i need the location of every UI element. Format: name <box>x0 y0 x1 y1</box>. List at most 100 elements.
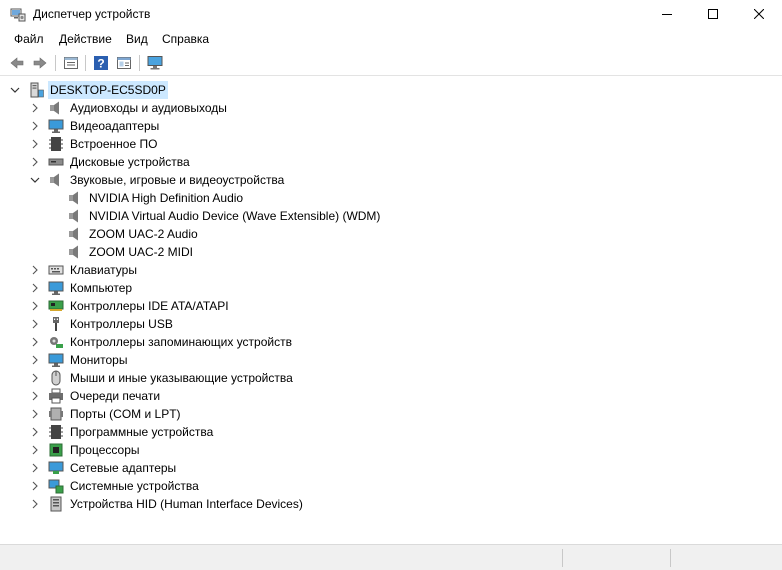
chevron-right-icon[interactable] <box>30 283 40 293</box>
tree-item-software-devices[interactable]: Программные устройства <box>30 423 215 441</box>
tree-child-label: NVIDIA Virtual Audio Device (Wave Extens… <box>89 209 381 223</box>
chevron-right-icon[interactable] <box>30 121 40 131</box>
tree-item-hid[interactable]: Устройства HID (Human Interface Devices) <box>30 495 305 513</box>
monitor-icon <box>48 353 64 367</box>
chevron-right-icon[interactable] <box>30 481 40 491</box>
view-button[interactable] <box>114 53 134 73</box>
tree-item-ide-controllers[interactable]: Контроллеры IDE ATA/ATAPI <box>30 297 231 315</box>
chevron-right-icon[interactable] <box>30 157 40 167</box>
tree-item-storage-controllers[interactable]: Контроллеры запоминающих устройств <box>30 333 294 351</box>
toolbar-separator <box>139 55 140 71</box>
tree-item-system-devices[interactable]: Системные устройства <box>30 477 201 495</box>
monitor-icon <box>147 56 163 70</box>
tree-child-device[interactable]: NVIDIA High Definition Audio <box>67 189 245 207</box>
scan-hardware-button[interactable] <box>145 53 165 73</box>
chevron-right-icon[interactable] <box>30 445 40 455</box>
speaker-icon <box>69 191 78 205</box>
status-separator <box>562 549 563 567</box>
chevron-right-icon[interactable] <box>30 499 40 509</box>
chevron-right-icon[interactable] <box>30 409 40 419</box>
chevron-right-icon[interactable] <box>30 391 40 401</box>
chevron-down-icon[interactable] <box>10 85 20 95</box>
tree-item-label: Дисковые устройства <box>70 155 190 169</box>
mouse-icon <box>51 370 61 386</box>
tree-root[interactable]: DESKTOP-EC5SD0P <box>10 81 168 99</box>
tree-child-label: ZOOM UAC-2 MIDI <box>89 245 193 259</box>
back-button[interactable] <box>7 53 27 73</box>
tree-item-video-adapters[interactable]: Видеоадаптеры <box>30 117 161 135</box>
menu-view[interactable]: Вид <box>126 31 148 47</box>
chevron-right-icon[interactable] <box>30 301 40 311</box>
chevron-right-icon[interactable] <box>30 337 40 347</box>
tree-child-device[interactable]: NVIDIA Virtual Audio Device (Wave Extens… <box>67 207 382 225</box>
tree-item-label: Контроллеры IDE ATA/ATAPI <box>70 299 229 313</box>
tree-item-print-queues[interactable]: Очереди печати <box>30 387 162 405</box>
firmware-chip-icon <box>49 137 63 151</box>
tree-item-label: Сетевые адаптеры <box>70 461 177 475</box>
properties-button[interactable] <box>61 53 81 73</box>
system-device-icon <box>48 479 64 494</box>
computer-icon <box>30 82 44 98</box>
network-adapter-icon <box>48 461 64 474</box>
minimize-button[interactable] <box>644 0 690 28</box>
menu-action[interactable]: Действие <box>59 31 112 47</box>
tree-item-label: Системные устройства <box>70 479 199 493</box>
forward-button[interactable] <box>30 53 50 73</box>
chevron-right-icon[interactable] <box>30 103 40 113</box>
tree-item-usb-controllers[interactable]: Контроллеры USB <box>30 315 175 333</box>
tree-item-keyboards[interactable]: Клавиатуры <box>30 261 139 279</box>
tree-item-sound-video-game[interactable]: Звуковые, игровые и видеоустройства <box>30 171 286 189</box>
tree-item-label: Видеоадаптеры <box>70 119 160 133</box>
display-adapter-icon <box>48 119 64 133</box>
device-manager-icon <box>10 8 26 22</box>
toolbar-separator <box>85 55 86 71</box>
tree-item-mice[interactable]: Мыши и иные указывающие устройства <box>30 369 295 387</box>
tree-root-label: DESKTOP-EC5SD0P <box>48 81 168 99</box>
toolbar-separator <box>55 55 56 71</box>
title-bar: Диспетчер устройств <box>0 0 782 28</box>
toolbar: ? <box>0 50 782 76</box>
disk-drive-icon <box>48 158 64 166</box>
status-separator <box>670 549 671 567</box>
chevron-down-icon[interactable] <box>30 175 40 185</box>
menu-help[interactable]: Справка <box>162 31 209 47</box>
chevron-right-icon[interactable] <box>30 265 40 275</box>
tree-item-computer[interactable]: Компьютер <box>30 279 134 297</box>
help-icon: ? <box>94 56 108 71</box>
close-icon <box>754 9 764 19</box>
close-button[interactable] <box>736 0 782 28</box>
chevron-right-icon[interactable] <box>30 355 40 365</box>
menu-file[interactable]: Файл <box>14 31 44 47</box>
minimize-icon <box>662 14 672 15</box>
usb-icon <box>53 317 59 331</box>
properties-icon <box>64 57 78 69</box>
help-button[interactable]: ? <box>91 53 111 73</box>
tree-item-processors[interactable]: Процессоры <box>30 441 142 459</box>
tree-child-label: NVIDIA High Definition Audio <box>89 191 244 205</box>
tree-item-label: Встроенное ПО <box>70 137 158 151</box>
tree-item-network-adapters[interactable]: Сетевые адаптеры <box>30 459 178 477</box>
chevron-right-icon[interactable] <box>30 139 40 149</box>
chevron-right-icon[interactable] <box>30 427 40 437</box>
tree-item-monitors[interactable]: Мониторы <box>30 351 129 369</box>
chevron-right-icon[interactable] <box>30 373 40 383</box>
menu-bar: Файл Действие Вид Справка <box>0 28 782 50</box>
chevron-right-icon[interactable] <box>30 319 40 329</box>
maximize-button[interactable] <box>690 0 736 28</box>
tree-item-label: Клавиатуры <box>70 263 137 277</box>
tree-item-label: Аудиовходы и аудиовыходы <box>70 101 227 115</box>
window-title: Диспетчер устройств <box>33 7 151 21</box>
tree-item-label: Порты (COM и LPT) <box>70 407 181 421</box>
tree-item-label: Очереди печати <box>70 389 161 403</box>
chevron-right-icon[interactable] <box>30 463 40 473</box>
tree-item-audio-io[interactable]: Аудиовходы и аудиовыходы <box>30 99 229 117</box>
tree-child-device[interactable]: ZOOM UAC-2 Audio <box>67 225 200 243</box>
tree-item-label: Компьютер <box>70 281 133 295</box>
tree-item-firmware[interactable]: Встроенное ПО <box>30 135 159 153</box>
tree-item-ports[interactable]: Порты (COM и LPT) <box>30 405 183 423</box>
back-icon <box>10 57 24 69</box>
tree-item-disk-drives[interactable]: Дисковые устройства <box>30 153 192 171</box>
maximize-icon <box>708 9 718 19</box>
tree-child-device[interactable]: ZOOM UAC-2 MIDI <box>67 243 195 261</box>
port-icon <box>49 407 63 421</box>
